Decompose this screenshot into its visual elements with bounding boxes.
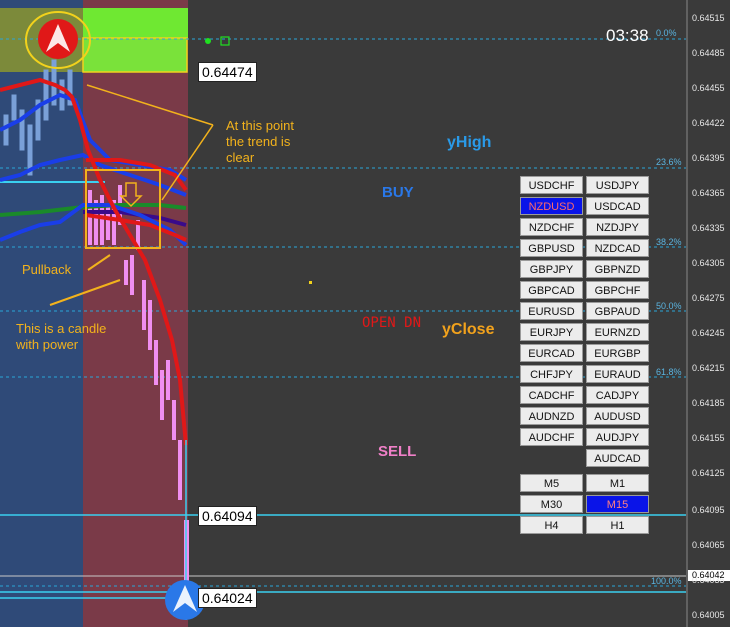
price-tick: 0.64422 bbox=[692, 118, 725, 128]
symbol-button-euraud[interactable]: EURAUD bbox=[586, 365, 649, 383]
symbol-button-audusd[interactable]: AUDUSD bbox=[586, 407, 649, 425]
symbol-button-audjpy[interactable]: AUDJPY bbox=[586, 428, 649, 446]
timeframe-button-m1[interactable]: M1 bbox=[586, 474, 649, 492]
current-price-tick: 0.64042 bbox=[692, 570, 725, 580]
price-label-low: 0.64024 bbox=[198, 588, 257, 608]
price-tick: 0.64515 bbox=[692, 13, 725, 23]
timeframe-button-h1[interactable]: H1 bbox=[586, 516, 649, 534]
green-square-icon bbox=[220, 36, 230, 46]
symbol-button-eurnzd[interactable]: EURNZD bbox=[586, 323, 649, 341]
green-dot-icon bbox=[205, 38, 211, 44]
symbol-button-gbpchf[interactable]: GBPCHF bbox=[586, 281, 649, 299]
yclose-label: yClose bbox=[442, 321, 495, 338]
price-tick: 0.64005 bbox=[692, 610, 725, 620]
symbol-button-eurgbp[interactable]: EURGBP bbox=[586, 344, 649, 362]
trend-annotation: At this point the trend is clear bbox=[226, 118, 294, 166]
price-tick: 0.64395 bbox=[692, 153, 725, 163]
trend-line-1: At this point bbox=[226, 118, 294, 133]
price-tick: 0.64485 bbox=[692, 48, 725, 58]
fib-236: 23.6% bbox=[656, 157, 682, 167]
price-tick: 0.64245 bbox=[692, 328, 725, 338]
symbol-button-gbpnzd[interactable]: GBPNZD bbox=[586, 260, 649, 278]
sell-label: SELL bbox=[378, 443, 417, 460]
symbol-button-usdcad[interactable]: USDCAD bbox=[586, 197, 649, 215]
pullback-annotation: Pullback bbox=[22, 262, 72, 277]
price-label-top: 0.64474 bbox=[198, 62, 257, 82]
symbol-button-nzdjpy[interactable]: NZDJPY bbox=[586, 218, 649, 236]
symbol-button-chfjpy[interactable]: CHFJPY bbox=[520, 365, 583, 383]
symbol-button-nzdcad[interactable]: NZDCAD bbox=[586, 239, 649, 257]
symbol-button-usdchf[interactable]: USDCHF bbox=[520, 176, 583, 194]
power-line-2: with power bbox=[16, 337, 79, 352]
trend-line-2: the trend is bbox=[226, 134, 291, 149]
buy-label: BUY bbox=[382, 184, 414, 201]
symbol-button-nzdusd[interactable]: NZDUSD bbox=[520, 197, 583, 215]
symbol-button-audnzd[interactable]: AUDNZD bbox=[520, 407, 583, 425]
price-label-mid: 0.64094 bbox=[198, 506, 257, 526]
fib-500: 50.0% bbox=[656, 301, 682, 311]
power-line-1: This is a candle bbox=[16, 321, 107, 336]
symbol-button-cadchf[interactable]: CADCHF bbox=[520, 386, 583, 404]
symbol-button-cadjpy[interactable]: CADJPY bbox=[586, 386, 649, 404]
symbol-button-eurjpy[interactable]: EURJPY bbox=[520, 323, 583, 341]
timeframe-button-m30[interactable]: M30 bbox=[520, 495, 583, 513]
price-tick: 0.64065 bbox=[692, 540, 725, 550]
fib-1000: 100.0% bbox=[651, 576, 682, 586]
price-tick: 0.64215 bbox=[692, 363, 725, 373]
symbol-button-gbpjpy[interactable]: GBPJPY bbox=[520, 260, 583, 278]
price-tick: 0.64335 bbox=[692, 223, 725, 233]
price-tick: 0.64155 bbox=[692, 433, 725, 443]
timeframe-button-m15[interactable]: M15 bbox=[586, 495, 649, 513]
timeframe-button-m5[interactable]: M5 bbox=[520, 474, 583, 492]
symbol-button-nzdchf[interactable]: NZDCHF bbox=[520, 218, 583, 236]
price-tick: 0.64365 bbox=[692, 188, 725, 198]
trend-line-3: clear bbox=[226, 150, 255, 165]
price-tick: 0.64455 bbox=[692, 83, 725, 93]
price-tick: 0.64305 bbox=[692, 258, 725, 268]
power-annotation: This is a candle with power bbox=[16, 321, 106, 353]
price-tick: 0.64125 bbox=[692, 468, 725, 478]
symbol-button-usdjpy[interactable]: USDJPY bbox=[586, 176, 649, 194]
timeframe-button-h4[interactable]: H4 bbox=[520, 516, 583, 534]
fib-618: 61.8% bbox=[656, 367, 682, 377]
price-tick: 0.64185 bbox=[692, 398, 725, 408]
green-zone bbox=[83, 8, 188, 38]
open-label: OPEN DN bbox=[362, 315, 422, 331]
symbol-button-gbpaud[interactable]: GBPAUD bbox=[586, 302, 649, 320]
symbol-button-gbpusd[interactable]: GBPUSD bbox=[520, 239, 583, 257]
yellow-dot-icon bbox=[309, 281, 312, 284]
symbol-button-gbpcad[interactable]: GBPCAD bbox=[520, 281, 583, 299]
green-box bbox=[82, 37, 188, 73]
symbol-button-audcad[interactable]: AUDCAD bbox=[586, 449, 649, 467]
symbol-button-eurusd[interactable]: EURUSD bbox=[520, 302, 583, 320]
red-zone bbox=[83, 0, 188, 627]
fib-0: 0.0% bbox=[656, 28, 677, 38]
price-tick: 0.64275 bbox=[692, 293, 725, 303]
symbol-button-eurcad[interactable]: EURCAD bbox=[520, 344, 583, 362]
price-tick: 0.64095 bbox=[692, 505, 725, 515]
yhigh-label: yHigh bbox=[447, 134, 492, 151]
fib-382: 38.2% bbox=[656, 237, 682, 247]
symbol-button-audchf[interactable]: AUDCHF bbox=[520, 428, 583, 446]
time-label: 03:38 bbox=[606, 26, 649, 45]
